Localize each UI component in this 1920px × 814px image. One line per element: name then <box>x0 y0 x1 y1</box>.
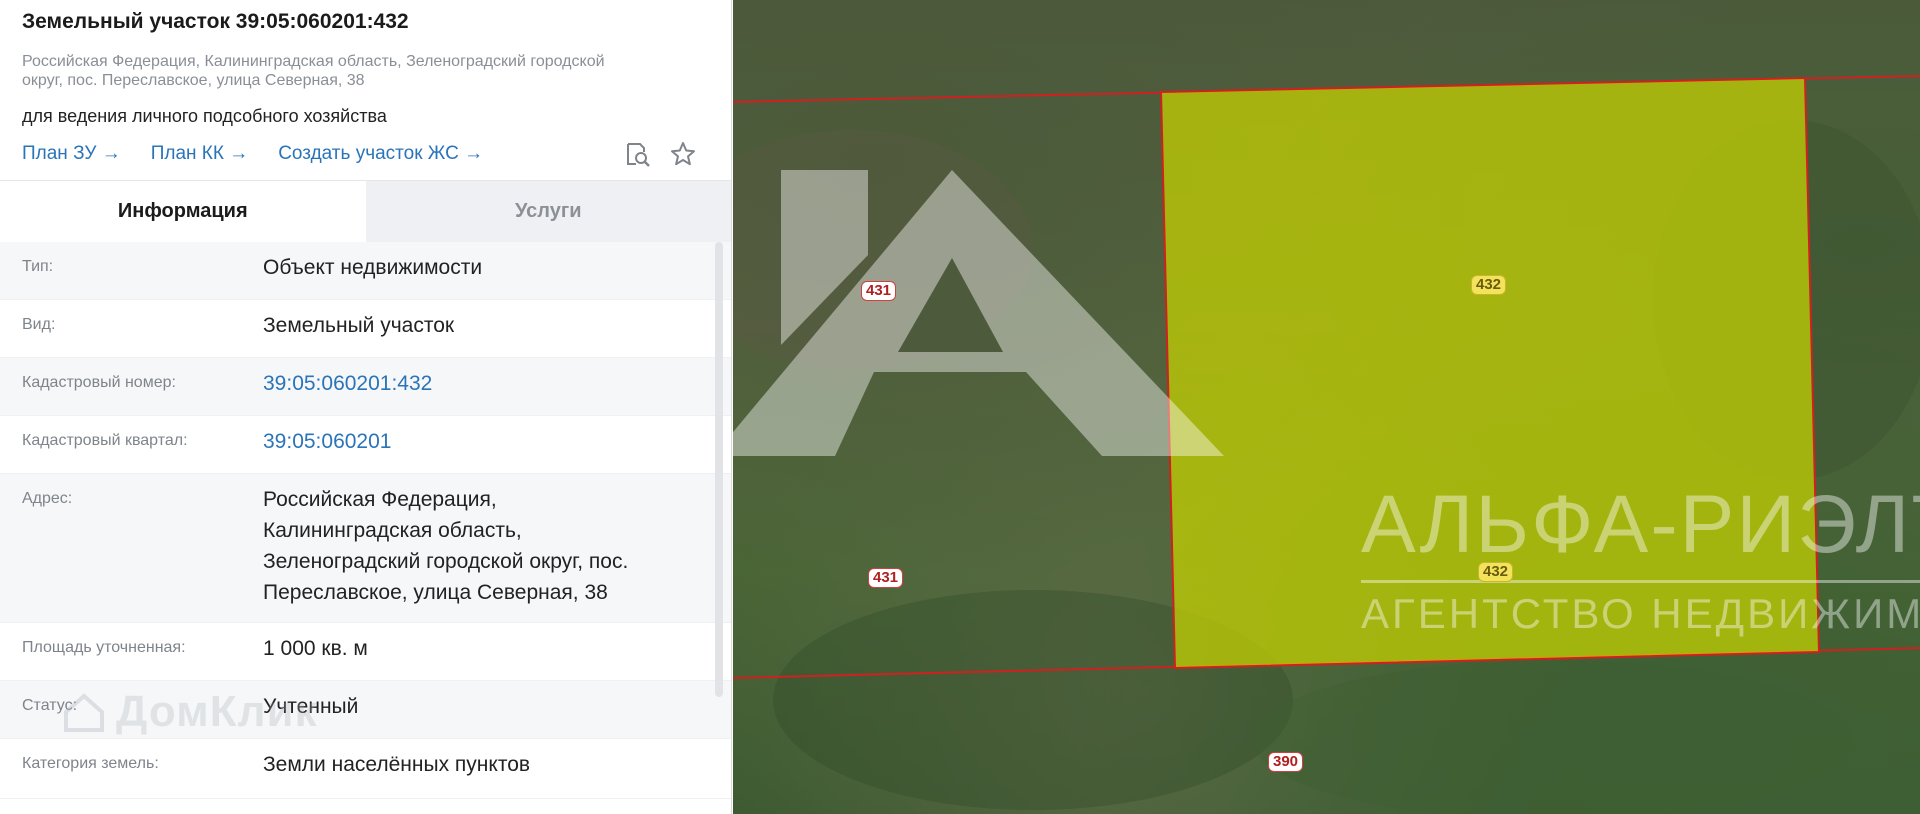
parcel-label[interactable]: 432 <box>1471 275 1507 295</box>
agency-watermark-name: АЛЬФА-РИЭЛТ <box>1361 479 1920 570</box>
info-label: Адрес: <box>22 490 73 507</box>
address-value-line: Зеленоградский городской округ, пос. <box>263 550 629 573</box>
tab-services[interactable]: Услуги <box>365 181 731 242</box>
info-value: Учтенный <box>263 695 359 718</box>
info-panel: Земельный участок 39:05:060201:432 Росси… <box>0 0 732 814</box>
info-row-area: Площадь уточненная: 1 000 кв. м <box>0 623 731 681</box>
agency-watermark-sub: АГЕНТСТВО НЕДВИЖИМОСТИ <box>1361 590 1920 637</box>
create-plot-link[interactable]: Создать участок ЖС → <box>278 143 483 165</box>
plan-kk-link[interactable]: План КК → <box>151 143 249 165</box>
info-row-address: Адрес: Российская Федерация, Калининград… <box>0 474 731 623</box>
info-value: Земельный участок <box>263 314 455 337</box>
map-overlay <box>733 75 1920 814</box>
info-label: Тип: <box>22 258 54 275</box>
page-title: Земельный участок 39:05:060201:432 <box>22 10 409 33</box>
parcel-label[interactable]: 431 <box>868 568 904 588</box>
agency-watermark-divider <box>1361 580 1920 583</box>
cadastral-map[interactable]: АЛЬФА-РИЭЛТ АГЕНТСТВО НЕДВИЖИМОСТИ 431 4… <box>733 0 1920 814</box>
cadastral-quarter-link[interactable]: 39:05:060201 <box>263 426 391 473</box>
info-value: Объект недвижимости <box>263 256 483 279</box>
info-row-type: Тип: Объект недвижимости <box>0 242 731 300</box>
panel-header: Земельный участок 39:05:060201:432 Росси… <box>0 0 731 180</box>
address-subtitle: Российская Федерация, Калининградская об… <box>22 52 702 90</box>
address-value-line: Переславское, улица Северная, 38 <box>263 581 608 604</box>
info-row-kind: Вид: Земельный участок <box>0 300 731 358</box>
address-value-line: Калининградская область, <box>263 519 522 542</box>
info-row-status: Статус: Учтенный <box>0 681 731 739</box>
parcel-label[interactable]: 432 <box>1478 562 1514 582</box>
info-row-cadastral-number: Кадастровый номер: 39:05:060201:432 <box>0 358 731 416</box>
info-label: Кадастровый квартал: <box>22 432 188 449</box>
info-label: Кадастровый номер: <box>22 374 176 391</box>
address-line-2: округ, пос. Переславское, улица Северная… <box>22 72 365 89</box>
info-row-land-category: Категория земель: Земли населённых пункт… <box>0 739 731 799</box>
header-icons <box>623 140 709 168</box>
address-value-line: Российская Федерация, <box>263 488 497 511</box>
parcel-label[interactable]: 431 <box>861 281 897 301</box>
cadastral-number-link[interactable]: 39:05:060201:432 <box>263 368 432 415</box>
star-icon[interactable] <box>669 140 697 168</box>
tab-information[interactable]: Информация <box>0 181 366 242</box>
info-label: Статус: <box>22 697 78 714</box>
info-value: Земли населённых пунктов <box>263 753 531 776</box>
search-document-icon[interactable] <box>623 140 651 168</box>
parcel-label[interactable]: 390 <box>1268 752 1304 772</box>
info-label: Площадь уточненная: <box>22 639 186 656</box>
scrollbar[interactable] <box>715 242 723 697</box>
info-value-address: Российская Федерация, Калининградская об… <box>263 484 628 622</box>
agency-logo-icon <box>733 170 1224 456</box>
info-value: 1 000 кв. м <box>263 637 368 660</box>
info-row-cadastral-quarter: Кадастровый квартал: 39:05:060201 <box>0 416 731 474</box>
info-label: Категория земель: <box>22 755 159 772</box>
address-line-1: Российская Федерация, Калининградская об… <box>22 53 605 70</box>
land-purpose: для ведения личного подсобного хозяйства <box>22 106 387 126</box>
plan-zu-link[interactable]: План ЗУ → <box>22 143 121 165</box>
header-links: План ЗУ → План КК → Создать участок ЖС → <box>22 140 709 168</box>
info-label: Вид: <box>22 316 56 333</box>
info-table: Тип: Объект недвижимости Вид: Земельный … <box>0 242 731 799</box>
tab-bar: Информация Услуги <box>0 180 731 242</box>
